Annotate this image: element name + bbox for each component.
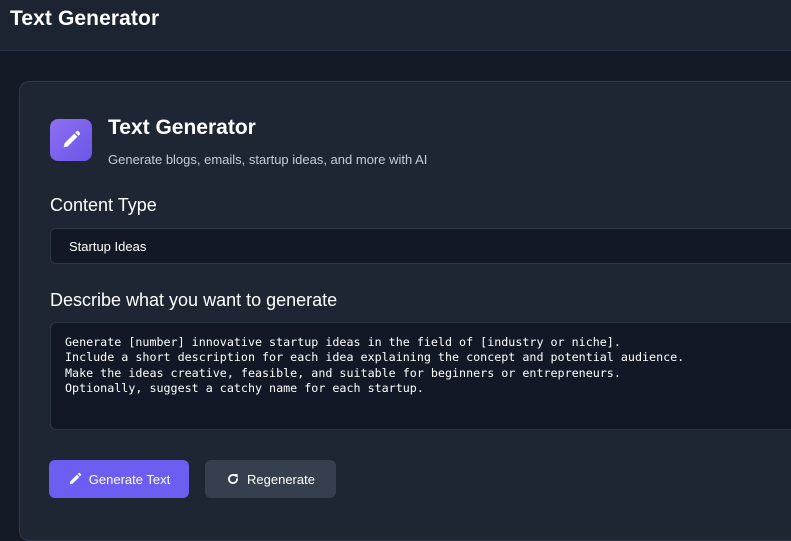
content-type-label: Content Type bbox=[50, 195, 157, 215]
regenerate-label: Regenerate bbox=[247, 471, 315, 487]
card-title: Text Generator bbox=[108, 116, 256, 139]
generate-text-label: Generate Text bbox=[88, 471, 171, 487]
refresh-icon bbox=[226, 472, 240, 486]
content-type-select[interactable]: Startup Ideas bbox=[50, 228, 791, 264]
generator-card: Text Generator Generate blogs, emails, s… bbox=[19, 81, 791, 541]
pencil-icon bbox=[68, 472, 82, 486]
top-bar: Text Generator bbox=[0, 0, 791, 51]
regenerate-button[interactable]: Regenerate bbox=[205, 460, 336, 498]
card-subtitle: Generate blogs, emails, startup ideas, a… bbox=[108, 152, 428, 167]
app-title: Text Generator bbox=[10, 7, 160, 30]
prompt-label: Describe what you want to generate bbox=[50, 290, 338, 310]
content-type-selected-value: Startup Ideas bbox=[69, 239, 147, 254]
generate-text-button[interactable]: Generate Text bbox=[49, 460, 189, 498]
pencil-icon-svg bbox=[63, 130, 81, 148]
pencil-icon bbox=[50, 119, 92, 161]
prompt-textarea[interactable]: Generate [number] innovative startup ide… bbox=[50, 322, 791, 430]
